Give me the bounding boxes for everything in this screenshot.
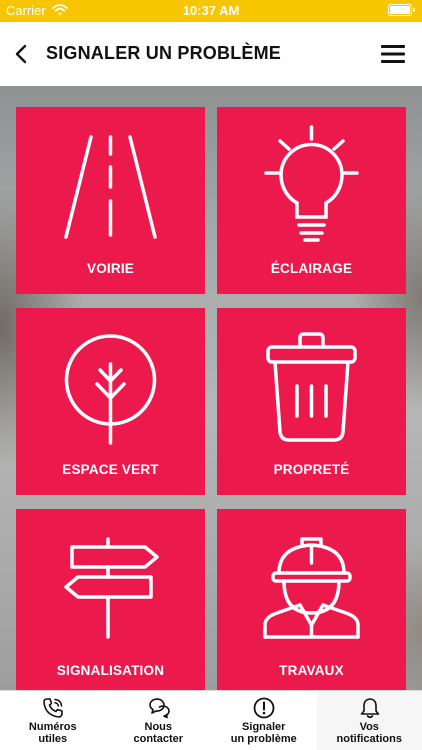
clock-time: 10:37 AM [182, 3, 240, 18]
tab-label: Nous contacter [133, 721, 184, 745]
category-label: VOIRIE [87, 261, 134, 276]
tab-nous-contacter[interactable]: Nous contacter [106, 691, 212, 750]
category-label: ÉCLAIRAGE [270, 261, 353, 276]
category-tile-voirie[interactable]: VOIRIE [16, 107, 205, 294]
category-grid: VOIRIE ÉCLAIRAGE ESPACE VERT PROPRETÉ SI… [0, 86, 422, 690]
tab-vos-notifications[interactable]: Vos notifications [316, 691, 422, 750]
category-label: SIGNALISATION [56, 663, 165, 678]
hamburger-menu-icon[interactable] [380, 40, 406, 68]
category-label: TRAVAUX [279, 663, 344, 678]
tab-label: Vos notifications [336, 721, 402, 745]
tab-label: Signaler un problème [230, 721, 297, 745]
top-navigation-bar: SIGNALER UN PROBLÈME [0, 22, 422, 86]
tab-signaler-un-probleme[interactable]: Signaler un problème [211, 691, 317, 750]
tab-numeros-utiles[interactable]: Numéros utiles [0, 691, 106, 750]
category-label: PROPRETÉ [273, 462, 350, 477]
category-tile-signalisation[interactable]: SIGNALISATION [16, 509, 205, 690]
chevron-left-icon[interactable] [8, 40, 36, 68]
category-tile-proprete[interactable]: PROPRETÉ [217, 308, 406, 495]
category-tile-espace-vert[interactable]: ESPACE VERT [16, 308, 205, 495]
chat-bubbles-icon [148, 698, 170, 719]
category-label: ESPACE VERT [62, 462, 159, 477]
category-tile-eclairage[interactable]: ÉCLAIRAGE [217, 107, 406, 294]
alert-circle-icon [253, 697, 275, 719]
bell-icon [360, 698, 379, 719]
phone-icon [43, 698, 63, 718]
page-title: SIGNALER UN PROBLÈME [46, 43, 282, 63]
status-bar: Carrier 10:37 AM [0, 0, 422, 22]
bottom-tab-bar: Numéros utiles Nous contacter Signaler u… [0, 690, 422, 750]
battery-icon [388, 4, 415, 16]
tab-label: Numéros utiles [28, 721, 77, 745]
category-tile-travaux[interactable]: TRAVAUX [217, 509, 406, 690]
battery-level [390, 6, 410, 14]
